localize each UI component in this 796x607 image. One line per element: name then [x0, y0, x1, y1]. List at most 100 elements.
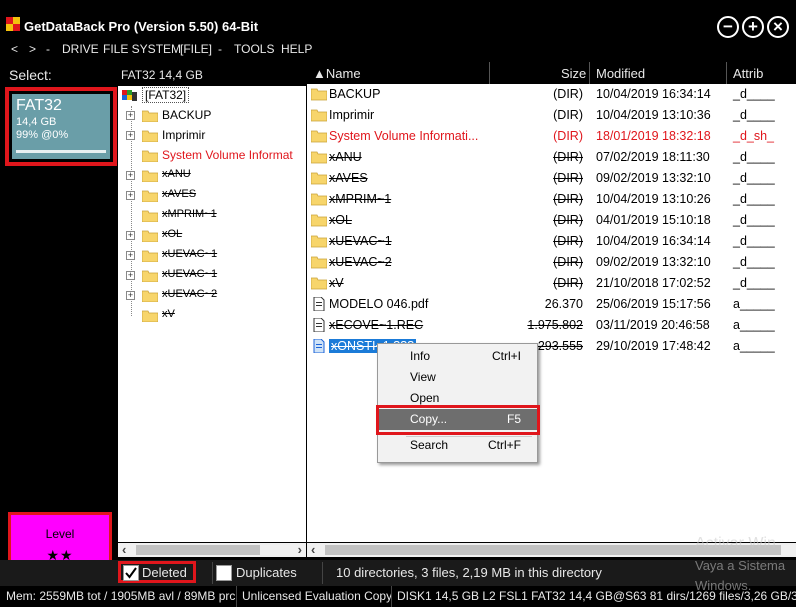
file-list[interactable]: BACKUP (DIR) 10/04/2019 16:34:14 _d____ …	[307, 84, 796, 542]
column-size-header[interactable]: Size	[561, 66, 586, 81]
expand-icon[interactable]: +	[126, 231, 135, 240]
file-row[interactable]: MODELO 046.pdf 26.370 25/06/2019 15:17:5…	[307, 294, 796, 315]
tree-item-root[interactable]: [FAT32]	[118, 86, 306, 106]
file-attrib: _d_sh_	[733, 129, 775, 143]
file-attrib: _d____	[733, 171, 775, 185]
column-divider[interactable]	[489, 62, 490, 84]
tree-horizontal-scrollbar[interactable]: ‹ ›	[118, 542, 306, 557]
file-size: (DIR)	[553, 171, 583, 185]
expand-icon[interactable]: +	[126, 251, 135, 260]
deleted-label: Deleted	[142, 565, 187, 580]
expand-icon[interactable]: +	[126, 131, 135, 140]
scroll-thumb[interactable]	[136, 545, 260, 555]
context-item-info[interactable]: Info Ctrl+I	[378, 346, 537, 367]
file-row[interactable]: xV (DIR) 21/10/2018 17:02:52 _d____	[307, 273, 796, 294]
tree-item-xanu[interactable]: + xANU	[126, 166, 306, 186]
file-name: xUEVAC~2	[329, 255, 392, 269]
file-modified: 10/04/2019 16:34:14	[596, 234, 711, 248]
expand-icon[interactable]: +	[126, 111, 135, 120]
scroll-right-icon[interactable]: ›	[298, 542, 302, 557]
level-label: Level	[45, 527, 75, 541]
menu-help[interactable]: HELP	[281, 42, 312, 56]
menu-tools[interactable]: TOOLS	[234, 42, 274, 56]
tree-item-xuevac1b[interactable]: + xUEVAC~1	[126, 266, 306, 286]
tree-item-system-volume[interactable]: System Volume Informat	[126, 146, 306, 166]
maximize-button[interactable]: +	[742, 16, 764, 38]
tree-item-xuevac1[interactable]: + xUEVAC~1	[126, 246, 306, 266]
file-row[interactable]: BACKUP (DIR) 10/04/2019 16:34:14 _d____	[307, 84, 796, 105]
column-name-header[interactable]: ▲Name	[313, 66, 361, 81]
tree-label: xOL	[162, 228, 183, 240]
column-modified-header[interactable]: Modified	[596, 66, 645, 81]
folder-tree[interactable]: [FAT32] + BACKUP + Imprimir System Volum…	[118, 86, 306, 542]
copy-highlight-frame	[376, 405, 540, 435]
tree-label: [FAT32]	[142, 87, 190, 103]
menu-file-system[interactable]: FILE SYSTEM	[103, 42, 181, 56]
file-modified: 04/01/2019 15:10:18	[596, 213, 711, 227]
deleted-toggle[interactable]: Deleted	[118, 561, 196, 583]
file-row[interactable]: xOL (DIR) 04/01/2019 15:10:18 _d____	[307, 210, 796, 231]
file-row[interactable]: Imprimir (DIR) 10/04/2019 13:10:36 _d___…	[307, 105, 796, 126]
tree-item-backup[interactable]: + BACKUP	[126, 106, 306, 126]
file-attrib: _d____	[733, 87, 775, 101]
file-size: (DIR)	[553, 276, 583, 290]
tree-item-xmprim[interactable]: xMPRIM~1	[126, 206, 306, 226]
scroll-left-icon[interactable]: ‹	[122, 542, 126, 557]
file-row[interactable]: xUEVAC~1 (DIR) 10/04/2019 16:34:14 _d___…	[307, 231, 796, 252]
duplicates-checkbox[interactable]	[216, 565, 232, 581]
close-button[interactable]: ×	[767, 16, 789, 38]
file-row[interactable]: xAVES (DIR) 09/02/2019 13:32:10 _d____	[307, 168, 796, 189]
file-name: xMPRIM~1	[329, 192, 392, 206]
menu-file[interactable]: [FILE]	[180, 42, 212, 56]
file-name: xANU	[329, 150, 362, 164]
folder-icon	[142, 250, 158, 262]
expand-icon[interactable]: +	[126, 271, 135, 280]
license-info: Unlicensed Evaluation Copy	[242, 589, 393, 603]
checkbox-checked-icon[interactable]	[123, 565, 139, 581]
file-name: xUEVAC~1	[329, 234, 392, 248]
tree-item-xv[interactable]: xV	[126, 306, 306, 326]
file-attrib: _d____	[733, 255, 775, 269]
expand-icon[interactable]: +	[126, 291, 135, 300]
menu-drive[interactable]: DRIVE	[62, 42, 99, 56]
forward-button[interactable]: >	[29, 42, 36, 56]
column-divider[interactable]	[726, 62, 727, 84]
tree-label: xUEVAC~1	[162, 268, 218, 280]
folder-icon	[142, 310, 158, 322]
info-divider	[391, 586, 392, 607]
scroll-left-icon[interactable]: ‹	[311, 542, 315, 557]
file-row[interactable]: xMPRIM~1 (DIR) 10/04/2019 13:10:26 _d___…	[307, 189, 796, 210]
tree-label: Imprimir	[162, 128, 206, 142]
back-button[interactable]: <	[11, 42, 18, 56]
context-item-search[interactable]: Search Ctrl+F	[378, 435, 537, 456]
file-row[interactable]: xUEVAC~2 (DIR) 09/02/2019 13:32:10 _d___…	[307, 252, 796, 273]
drive-tile-fat32[interactable]: FAT32 14,4 GB 99% @0%	[5, 87, 117, 166]
tree-item-xol[interactable]: + xOL	[126, 226, 306, 246]
file-size: (DIR)	[553, 150, 583, 164]
context-item-view[interactable]: View	[378, 367, 537, 388]
tree-item-xuevac2[interactable]: + xUEVAC~2	[126, 286, 306, 306]
file-row[interactable]: xANU (DIR) 07/02/2019 18:11:30 _d____	[307, 147, 796, 168]
tree-item-xaves[interactable]: + xAVES	[126, 186, 306, 206]
file-name: xECOVE~1.REC	[329, 318, 424, 332]
drive-size: 14,4 GB	[16, 116, 57, 128]
column-attrib-header[interactable]: Attrib	[733, 66, 763, 81]
folder-icon	[311, 214, 327, 227]
file-size: 1.975.802	[527, 318, 583, 332]
file-name: System Volume Informati...	[329, 129, 479, 143]
drive-name: FAT32	[16, 97, 62, 114]
folder-icon	[311, 256, 327, 269]
menu-separator: -	[218, 42, 222, 56]
column-divider[interactable]	[589, 62, 590, 84]
tree-label: BACKUP	[162, 108, 212, 122]
file-modified: 10/04/2019 13:10:36	[596, 108, 711, 122]
file-row[interactable]: System Volume Informati... (DIR) 18/01/2…	[307, 126, 796, 147]
file-name: xOL	[329, 213, 352, 227]
file-name: xAVES	[329, 171, 368, 185]
minimize-button[interactable]: −	[717, 16, 739, 38]
tree-item-imprimir[interactable]: + Imprimir	[126, 126, 306, 146]
expand-icon[interactable]: +	[126, 171, 135, 180]
expand-icon[interactable]: +	[126, 191, 135, 200]
context-item-label: Search	[410, 438, 449, 452]
file-row[interactable]: xECOVE~1.REC 1.975.802 03/11/2019 20:46:…	[307, 315, 796, 336]
